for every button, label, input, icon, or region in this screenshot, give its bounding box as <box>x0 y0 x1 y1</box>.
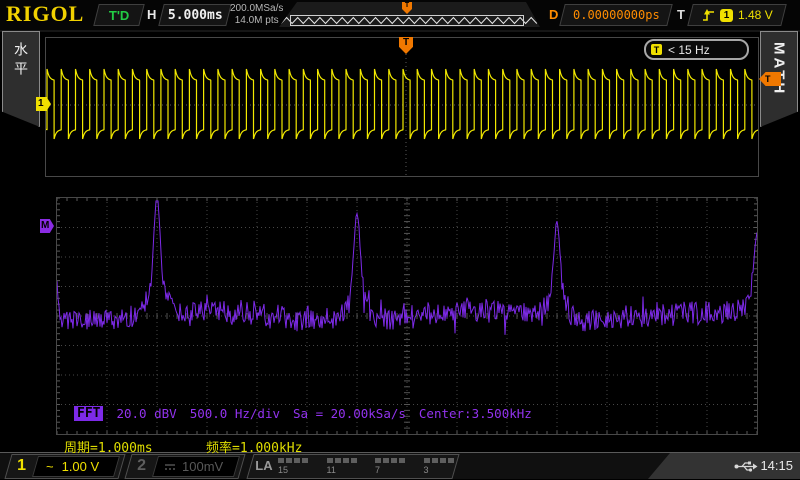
trigger-position-mini-marker[interactable]: T <box>402 2 412 14</box>
la-channel-square <box>448 458 454 463</box>
sample-rate-block: 200.0MSa/s 14.0M pts <box>230 3 283 27</box>
la-channel-square <box>399 458 405 463</box>
bottom-right-section: 14:15 <box>648 453 800 479</box>
la-channel-square <box>335 458 341 463</box>
la-channel-indicators: 15 11 7 3 <box>251 455 455 478</box>
channel2-number: 2 <box>137 457 146 475</box>
la-channel-square <box>440 458 446 463</box>
oscilloscope-screen: RIGOL T'D H 5.000ms 200.0MSa/s 14.0M pts… <box>0 0 800 480</box>
dc-coupling-icon <box>164 461 176 472</box>
logic-analyzer-block[interactable]: LA 151173 <box>246 454 459 479</box>
la-channel-square <box>432 458 438 463</box>
sidebar-tab-horizontal[interactable]: 水平 <box>2 31 40 127</box>
display-window-bracket <box>290 15 524 26</box>
trigger-level-value: 1.48 V <box>738 8 773 22</box>
la-channel-square <box>327 458 333 463</box>
top-status-bar: RIGOL T'D H 5.000ms 200.0MSa/s 14.0M pts… <box>0 0 800 32</box>
channel1-coupling-symbol: ~ <box>46 459 54 474</box>
clock: 14:15 <box>760 458 793 473</box>
delay-label: D <box>549 7 558 22</box>
channel2-status-block[interactable]: 2 100mV <box>124 454 245 479</box>
la-group-label: 3 <box>424 465 429 475</box>
fft-horizontal-scale: 500.0 Hz/div <box>190 406 280 421</box>
la-channel-square <box>351 458 357 463</box>
trigger-frequency-text: < 15 Hz <box>668 43 710 57</box>
la-channel-square <box>302 458 308 463</box>
la-channel-square <box>375 458 381 463</box>
trigger-source-badge: 1 <box>720 9 733 22</box>
channel1-scale: 1.00 V <box>62 459 100 474</box>
la-channel-square <box>286 458 292 463</box>
memory-depth: 14.0M pts <box>230 15 283 27</box>
math-reference-marker[interactable]: M <box>40 219 54 233</box>
measurement-frequency: 频率=1.000kHz <box>206 437 302 456</box>
fft-center-frequency: Center:3.500kHz <box>419 406 532 421</box>
fft-window <box>56 197 758 435</box>
fft-sample-rate: Sa = 20.00kSa/s <box>293 406 406 421</box>
la-group-label: 11 <box>327 465 336 475</box>
channel1-number: 1 <box>17 457 26 475</box>
trigger-status-badge: T'D <box>93 4 144 26</box>
rising-edge-icon <box>702 8 715 22</box>
delay-value: 0.00000000ps <box>573 8 660 22</box>
fft-spectrum <box>57 198 757 434</box>
rigol-logo: RIGOL <box>6 1 84 27</box>
la-channel-square <box>278 458 284 463</box>
la-channel-square <box>383 458 389 463</box>
channel1-status-block[interactable]: 1 ~ 1.00 V <box>4 454 125 479</box>
fft-info-row: FFT 20.0 dBV 500.0 Hz/div Sa = 20.00kSa/… <box>74 406 532 421</box>
trigger-section-label: T <box>677 7 685 22</box>
trigger-status-text: T'D <box>109 8 129 23</box>
timebase-value: 5.000ms <box>168 8 223 23</box>
timebase-panel[interactable]: 5.000ms <box>158 4 231 26</box>
la-channel-square <box>343 458 349 463</box>
la-group-label: 15 <box>278 465 288 475</box>
sidebar-tab-horizontal-label: 水平 <box>11 32 31 126</box>
bottom-status-bar: 1 ~ 1.00 V 2 100mV LA <box>0 452 800 479</box>
la-channel-square <box>424 458 430 463</box>
usb-icon <box>734 460 758 473</box>
fft-vertical-scale: 20.0 dBV <box>116 406 176 421</box>
fft-mode-badge[interactable]: FFT <box>74 406 103 421</box>
measurement-period: 周期=1.000ms <box>64 437 153 456</box>
memory-position-strip[interactable]: T <box>279 2 540 27</box>
horizontal-label: H <box>147 7 156 22</box>
trigger-settings-panel[interactable]: 1 1.48 V <box>687 4 786 26</box>
trigger-frequency-badge: T < 15 Hz <box>644 39 749 60</box>
channel2-scale: 100mV <box>182 459 223 474</box>
trigger-freq-icon: T <box>651 44 662 55</box>
la-group-label: 7 <box>375 465 380 475</box>
la-channel-square <box>391 458 397 463</box>
delay-panel[interactable]: 0.00000000ps <box>559 4 672 26</box>
la-channel-square <box>294 458 300 463</box>
sample-rate: 200.0MSa/s <box>230 3 283 15</box>
